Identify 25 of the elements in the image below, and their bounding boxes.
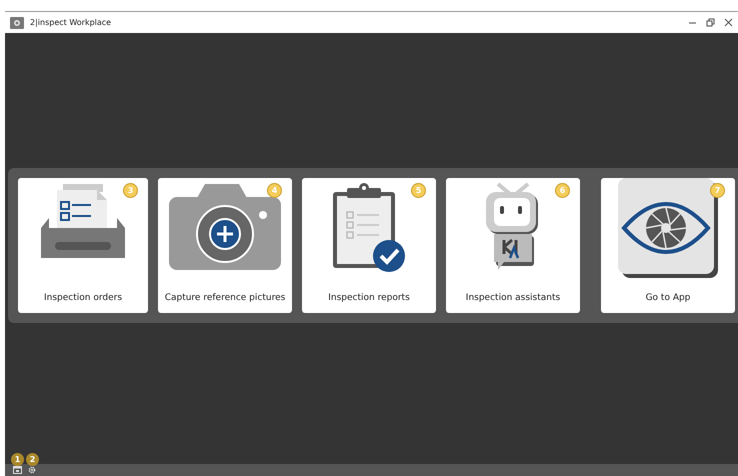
tile-card[interactable]: 5 Inspection reports (302, 178, 436, 313)
restore-icon[interactable] (706, 18, 715, 27)
window-title: 2|inspect Workplace (30, 18, 112, 27)
app-logo-icon (10, 16, 24, 28)
number-badge: 4 (267, 183, 282, 198)
tile-label: Capture reference pictures (164, 293, 286, 303)
tile-card[interactable]: 6 Inspection assistants (446, 178, 580, 313)
tile-label: Go to App (646, 293, 690, 303)
tile-card[interactable]: 7 Go to App (601, 178, 735, 313)
tile-card[interactable]: 3 Inspection orders (18, 178, 148, 313)
settings-icon[interactable] (28, 466, 36, 474)
tile-card[interactable]: 4 Capture reference pictures (158, 178, 292, 313)
tile-label: Inspection reports (328, 293, 410, 303)
tile-label: Inspection orders (44, 293, 122, 303)
number-badge: 3 (123, 183, 138, 198)
eye-icon (618, 178, 718, 278)
close-icon[interactable] (724, 18, 733, 27)
number-badge: 5 (411, 183, 426, 198)
camera-plus-icon (167, 182, 283, 272)
number-badge: 7 (710, 183, 725, 198)
clipboard-check-icon (331, 182, 407, 274)
tile-label: Inspection assistants (466, 293, 560, 303)
number-badge: 6 (555, 183, 570, 198)
calendar-icon[interactable] (13, 466, 22, 474)
inbox-tray-icon (39, 182, 127, 260)
